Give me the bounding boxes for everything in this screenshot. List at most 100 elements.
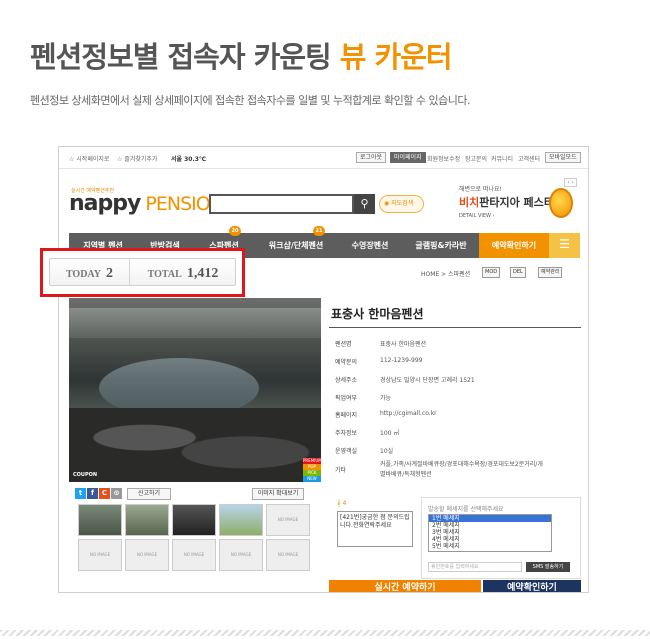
- qr-label: 𝄞 4: [337, 500, 347, 507]
- inquiry-link[interactable]: 장고문의: [465, 154, 487, 163]
- thumbnail-5[interactable]: NO IMAGE: [266, 504, 310, 536]
- reservation-manage-label: 예약관리: [541, 269, 560, 275]
- row-value-rooms: 10실: [380, 448, 394, 455]
- twitter-icon[interactable]: t: [75, 488, 86, 499]
- today-counter: TODAY 2: [50, 259, 130, 285]
- thumbnail-1[interactable]: [78, 504, 122, 536]
- sms-option-3[interactable]: 3번 메세지: [429, 529, 551, 536]
- community-link[interactable]: 커뮤니티: [491, 154, 513, 163]
- row-label-address: 상세주소: [335, 377, 358, 384]
- sms-option-1[interactable]: 1번 메세지: [429, 515, 551, 522]
- bottom-divider: [0, 630, 650, 636]
- booking-check-button[interactable]: 예약확인하기: [483, 580, 581, 592]
- thumbnail-7[interactable]: NO IMAGE: [125, 539, 169, 571]
- no-image-text: NO IMAGE: [277, 552, 299, 557]
- nav-item-workshop-label: 워크샵/단체펜션: [268, 241, 324, 250]
- bookmark-link[interactable]: ☆ 즐겨찾기추가: [117, 154, 157, 163]
- thumbnail-4[interactable]: [219, 504, 263, 536]
- heading-main: 펜션정보별 접속자 카운팅: [30, 40, 340, 74]
- row-value-etc-2: 별바베큐/독채형펜션: [380, 471, 432, 478]
- thumbnail-2[interactable]: [125, 504, 169, 536]
- photo-rocks: [69, 408, 321, 482]
- site-screenshot: ☆ 시작페이지로 ☆ 즐겨찾기추가 서울 30.3℃ 로그아웃 마이페이지 회원…: [58, 146, 589, 593]
- row-value-etc: 커플,가족/사계절바베큐장/경포대해수욕장/경포대도보2분거리/개: [380, 461, 543, 468]
- search-input[interactable]: [209, 194, 354, 214]
- banner-detail-link[interactable]: DETAIL VIEW ›: [459, 213, 495, 219]
- row-value-name: 표충사 한마음펜션: [380, 341, 427, 348]
- tag-new: NEW: [303, 476, 321, 482]
- zoom-image-button[interactable]: 이미지 확대보기: [252, 488, 304, 500]
- no-image-text: NO IMAGE: [89, 552, 111, 557]
- row-label-homepage: 홈페이지: [335, 412, 358, 419]
- reservation-manage-button[interactable]: 예약관리: [538, 267, 563, 278]
- row-label-name: 펜션명: [335, 341, 352, 348]
- row-label-phone: 예약문의: [335, 359, 358, 366]
- mypage-button[interactable]: 마이페이지: [390, 152, 426, 163]
- row-value-homepage[interactable]: http://cgimall.co.kr: [380, 410, 437, 417]
- thumbnail-3[interactable]: [172, 504, 216, 536]
- realtime-booking-button[interactable]: 실시간 예약하기: [329, 580, 481, 592]
- mod-button[interactable]: MOD: [482, 267, 501, 278]
- cyworld-icon[interactable]: C: [99, 488, 110, 499]
- main-photo[interactable]: COUPON PREMIUM POP PICK NEW: [69, 298, 321, 482]
- start-page-link[interactable]: ☆ 시작페이지로: [69, 154, 109, 163]
- facebook-icon[interactable]: f: [87, 488, 98, 499]
- promo-banner[interactable]: 해변으로 떠나요! 비치판타지아 페스티벌 DETAIL VIEW › ‹ ›: [455, 178, 579, 226]
- logout-button[interactable]: 로그아웃: [356, 152, 387, 163]
- sms-option-4[interactable]: 4번 메세지: [429, 536, 551, 543]
- sms-option-2[interactable]: 2번 메세지: [429, 522, 551, 529]
- total-value: 1,412: [186, 266, 219, 281]
- search-button[interactable]: ⚲: [354, 194, 375, 214]
- today-label: TODAY: [65, 269, 101, 280]
- row-value-parking: 100 ㎡: [380, 430, 400, 437]
- coupon-badge: COUPON: [73, 472, 98, 478]
- sms-option-5[interactable]: 5번 메세지: [429, 543, 551, 550]
- sms-title: 발송할 메세지를 선택해주세요: [428, 506, 504, 513]
- report-button[interactable]: 신고하기: [127, 488, 171, 500]
- thumbnail-10[interactable]: NO IMAGE: [266, 539, 310, 571]
- logo-name: nappy: [69, 191, 141, 216]
- page-subheading: 펜션정보 상세화면에서 실제 상세페이지에 접속한 접속자수를 일별 및 누적합…: [30, 94, 471, 107]
- row-label-rooms: 운영객실: [335, 448, 358, 455]
- site-logo[interactable]: nappy PENSION: [69, 191, 224, 216]
- menu-icon[interactable]: ☰: [549, 233, 580, 258]
- no-image-text: NO IMAGE: [136, 552, 158, 557]
- banner-line1: 해변으로 떠나요!: [459, 186, 502, 193]
- no-image-text: NO IMAGE: [277, 517, 299, 522]
- nav-item-pool[interactable]: 수영장펜션: [337, 233, 403, 258]
- pension-title: 표충사 한마음펜션: [331, 307, 424, 321]
- mobile-mode-button[interactable]: 모바일모드: [545, 152, 581, 163]
- thumbnail-6[interactable]: NO IMAGE: [78, 539, 122, 571]
- row-label-etc: 기타: [335, 467, 347, 474]
- nav-item-glamping[interactable]: 글램핑&카라반: [403, 233, 479, 258]
- inquiry-textarea[interactable]: [421번]궁금한 점 문의드립니다.전화연락주세요: [337, 511, 413, 547]
- site-topbar: ☆ 시작페이지로 ☆ 즐겨찾기추가 서울 30.3℃ 로그아웃 마이페이지 회원…: [59, 147, 588, 169]
- today-value: 2: [106, 266, 114, 281]
- banner-arrows[interactable]: ‹ ›: [564, 178, 577, 187]
- row-value-phone: 112-1239-999: [380, 357, 423, 364]
- row-label-parking: 주차정보: [335, 430, 358, 437]
- total-counter: TOTAL 1,412: [130, 259, 236, 285]
- map-search-button[interactable]: ◉ 지도검색: [379, 195, 424, 213]
- photo-rail: [69, 308, 321, 338]
- del-button[interactable]: DEL: [510, 267, 526, 278]
- thumbnail-9[interactable]: NO IMAGE: [219, 539, 263, 571]
- del-label: DEL: [513, 269, 523, 275]
- breadcrumb: HOME > 스파펜션: [421, 271, 471, 278]
- title-divider: [329, 327, 581, 328]
- phone-input[interactable]: 휴인번호를 입력하세요: [428, 562, 522, 572]
- nav-item-workshop[interactable]: 워크샵/단체펜션 21: [255, 226, 337, 258]
- banner-line2-accent: 비치: [459, 196, 480, 209]
- member-edit-link[interactable]: 회원정보수정: [427, 154, 460, 163]
- sms-message-list[interactable]: 1번 메세지 2번 메세지 3번 메세지 4번 메세지 5번 메세지: [428, 514, 552, 552]
- view-counter-highlight: TODAY 2 TOTAL 1,412: [40, 248, 245, 297]
- heading-highlight: 뷰 카운터: [339, 40, 453, 74]
- sms-send-button[interactable]: SMS 발송하기: [526, 562, 570, 572]
- beach-ball-icon: [549, 188, 573, 218]
- thumbnail-8[interactable]: NO IMAGE: [172, 539, 216, 571]
- nav-item-booking-check[interactable]: 예약확인하기: [479, 233, 549, 258]
- print-icon[interactable]: ⊙: [111, 488, 122, 499]
- customer-center-link[interactable]: 고객센터: [518, 154, 540, 163]
- page-heading: 펜션정보별 접속자 카운팅 뷰 카운터: [30, 34, 453, 76]
- row-label-pickup: 픽업여부: [335, 395, 358, 402]
